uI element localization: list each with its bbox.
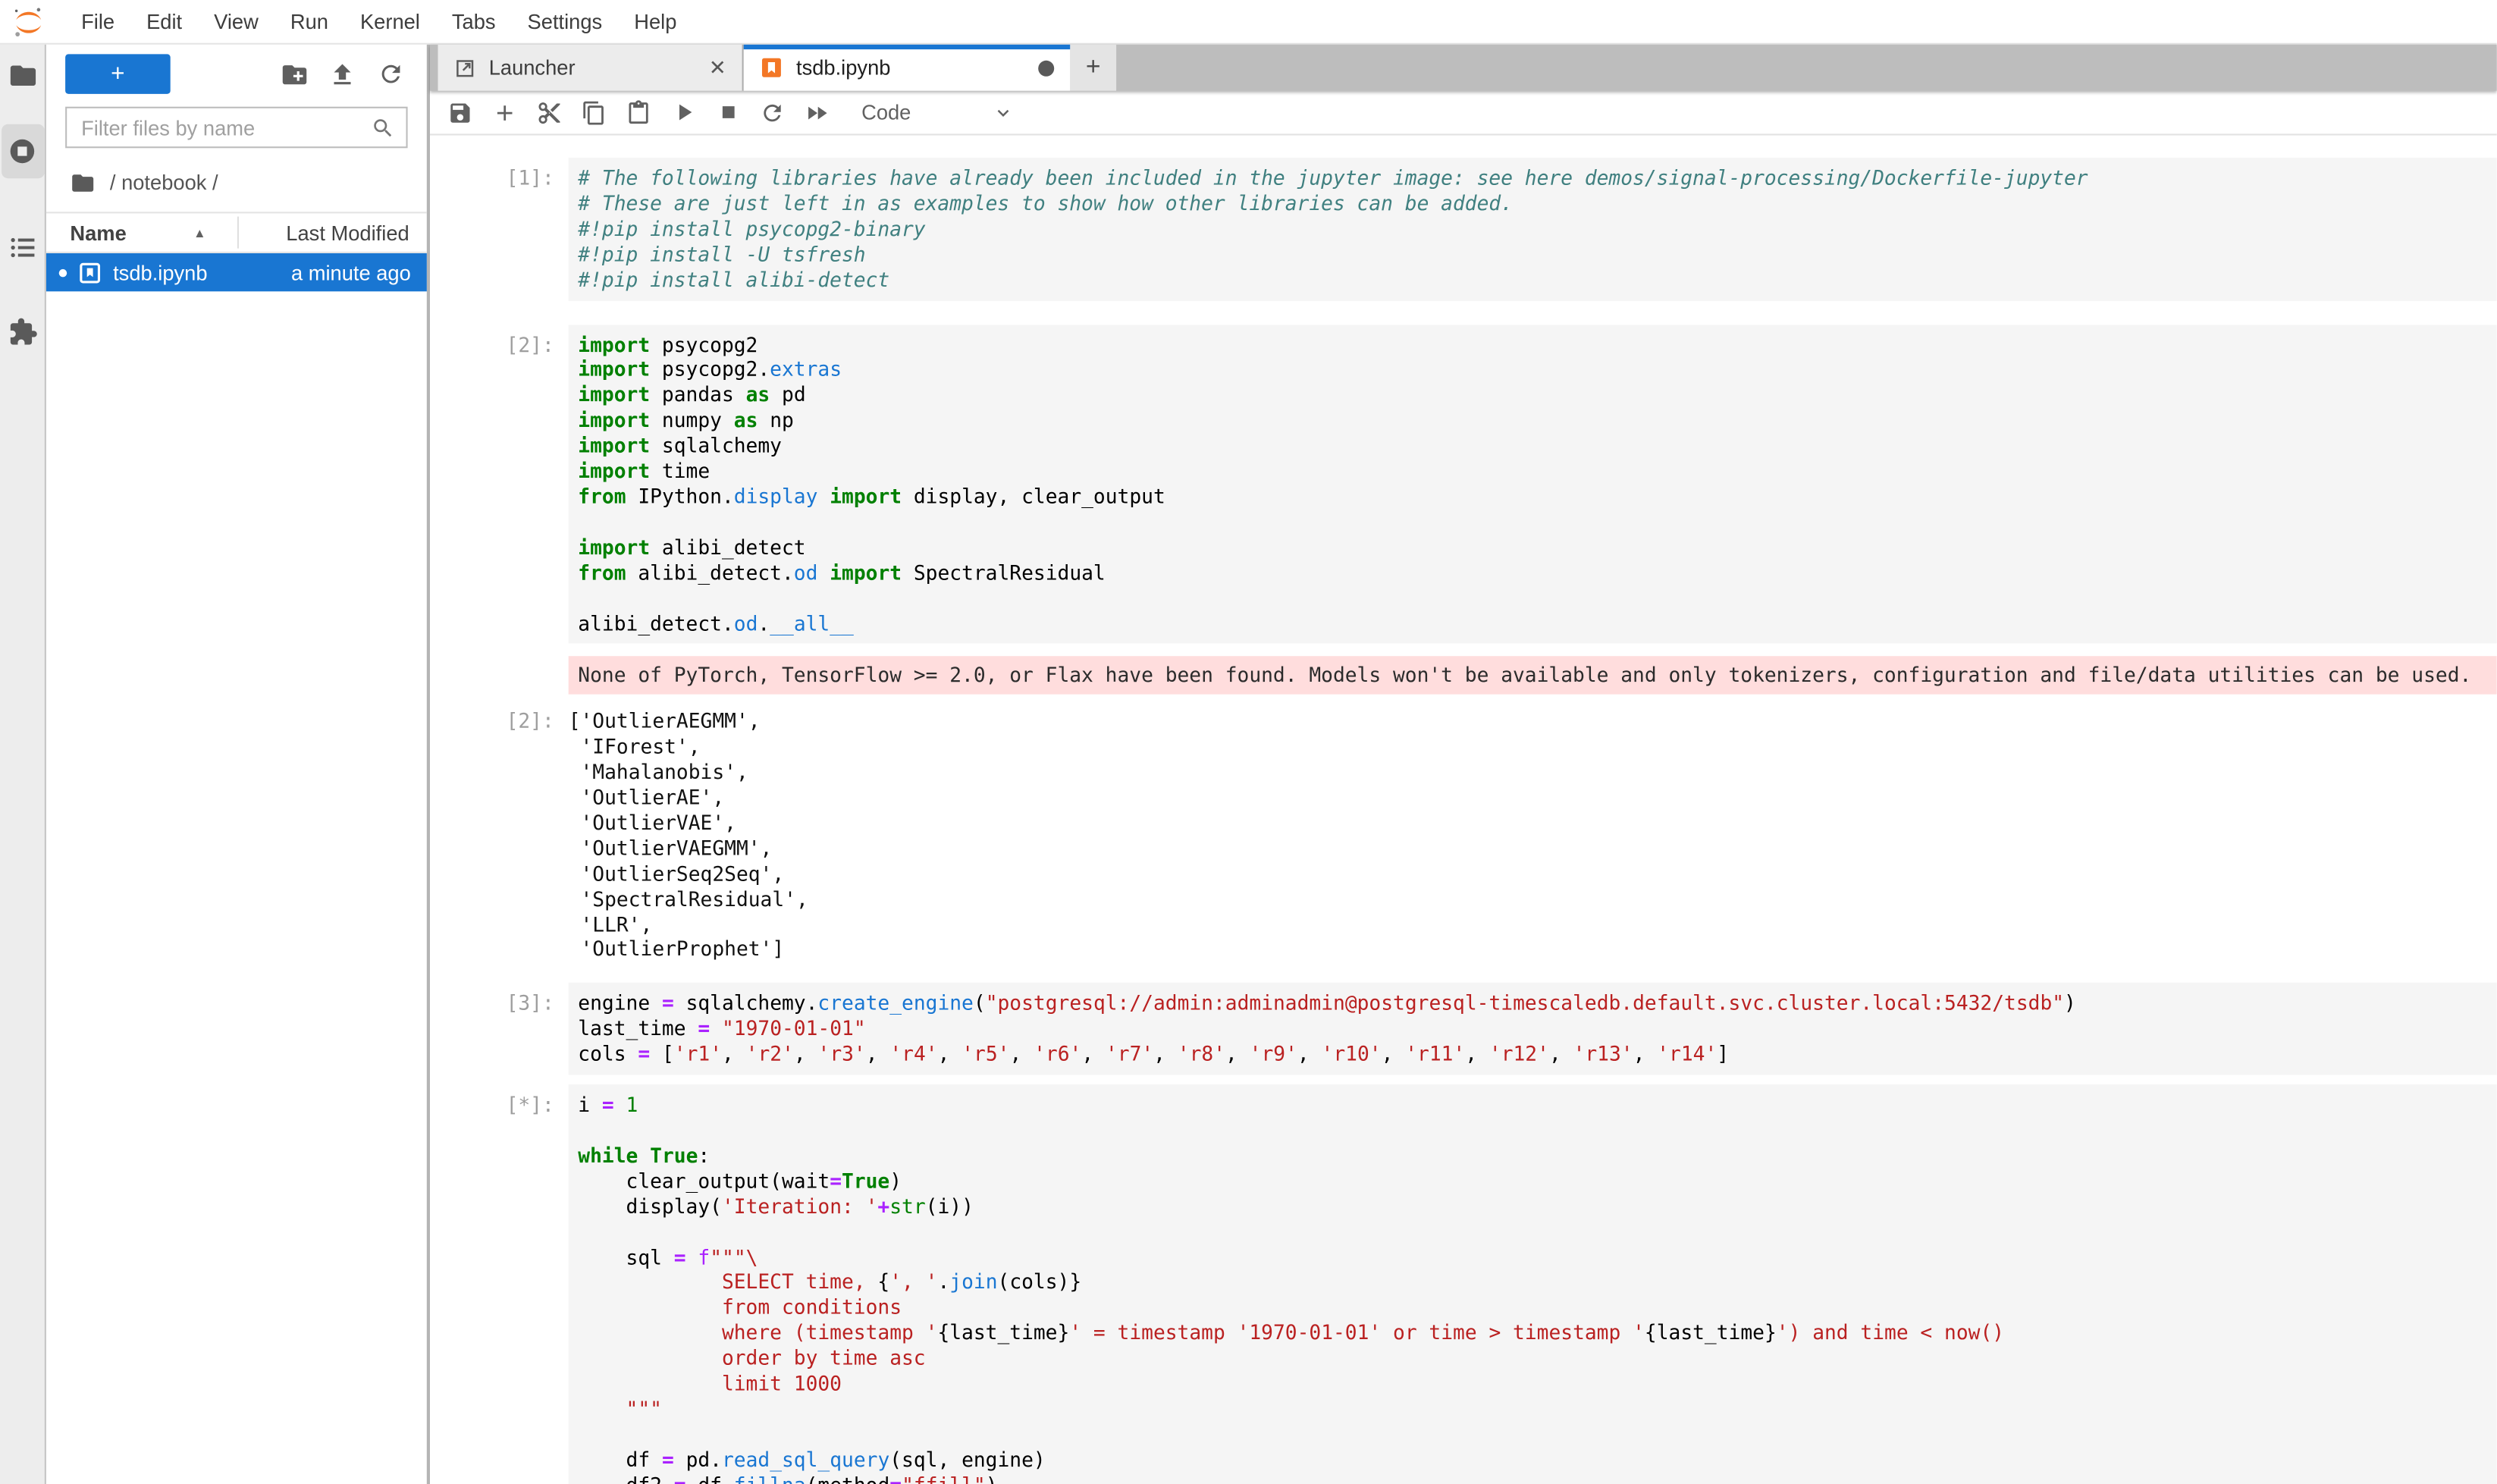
code-cell-2: [2]: import psycopg2import psycopg2.extr… xyxy=(430,324,2497,644)
stop-icon[interactable] xyxy=(705,92,750,133)
notebook-toolbar: Code xyxy=(430,91,2497,136)
tab-label: tsdb.ipynb xyxy=(796,56,1038,80)
cell-type-value: Code xyxy=(861,100,911,124)
file-modified: a minute ago xyxy=(291,260,411,284)
save-icon[interactable] xyxy=(438,92,483,133)
file-row-tsdb[interactable]: tsdb.ipynb a minute ago xyxy=(46,253,427,291)
input-prompt: [2]: xyxy=(430,324,569,644)
breadcrumb[interactable]: / notebook / xyxy=(46,162,427,202)
refresh-icon[interactable] xyxy=(366,53,414,95)
folder-icon[interactable] xyxy=(0,56,45,94)
run-icon[interactable] xyxy=(660,92,705,133)
code-editor[interactable]: i = 1 while True: clear_output(wait=True… xyxy=(569,1084,2497,1484)
filter-files-input[interactable] xyxy=(81,115,371,139)
notebook-file-icon xyxy=(78,260,102,284)
table-of-contents-icon[interactable] xyxy=(0,227,45,265)
column-last-modified[interactable]: Last Modified xyxy=(286,221,426,245)
menu-settings[interactable]: Settings xyxy=(512,0,619,43)
menu-help[interactable]: Help xyxy=(618,0,692,43)
output-prompt: [2]: xyxy=(430,709,569,962)
menu-bar: File Edit View Run Kernel Tabs Settings … xyxy=(0,0,2497,45)
extensions-icon[interactable] xyxy=(0,312,45,350)
notebook-panel: [1]: # The following libraries have alre… xyxy=(430,135,2497,1484)
code-editor[interactable]: engine = sqlalchemy.create_engine("postg… xyxy=(569,983,2497,1075)
code-cell-1: [1]: # The following libraries have alre… xyxy=(430,158,2497,300)
column-name[interactable]: Name xyxy=(46,221,127,245)
notebook-icon xyxy=(760,56,784,80)
jupyterlab-window: File Edit View Run Kernel Tabs Settings … xyxy=(0,0,2497,1484)
chevron-down-icon xyxy=(992,101,1014,123)
menu-tabs[interactable]: Tabs xyxy=(436,0,512,43)
file-list-header: Name ▲ Last Modified xyxy=(46,212,427,253)
code-editor[interactable]: import psycopg2import psycopg2.extrasimp… xyxy=(569,324,2497,644)
file-dirty-dot xyxy=(59,268,67,277)
add-cell-icon[interactable] xyxy=(482,92,527,133)
input-prompt: [3]: xyxy=(430,983,569,1075)
column-divider xyxy=(237,217,239,249)
new-folder-icon[interactable] xyxy=(271,53,318,95)
file-name: tsdb.ipynb xyxy=(113,260,291,284)
menu-edit[interactable]: Edit xyxy=(130,0,198,43)
breadcrumb-path: / notebook / xyxy=(110,171,218,194)
running-sessions-icon[interactable] xyxy=(0,132,45,170)
cut-icon[interactable] xyxy=(527,92,572,133)
stderr-output: None of PyTorch, TensorFlow >= 2.0, or F… xyxy=(569,657,2497,695)
output-text: ['OutlierAEGMM', 'IForest', 'Mahalanobis… xyxy=(569,709,2497,962)
code-cell-4-running: [*]: i = 1 while True: clear_output(wait… xyxy=(430,1084,2497,1484)
filter-files-box xyxy=(65,107,407,149)
menu-file[interactable]: File xyxy=(65,0,130,43)
run-all-icon[interactable] xyxy=(795,92,839,133)
menu-kernel[interactable]: Kernel xyxy=(344,0,436,43)
code-editor[interactable]: # The following libraries have already b… xyxy=(569,158,2497,300)
jupyter-logo-icon xyxy=(11,4,46,39)
paste-icon[interactable] xyxy=(616,92,661,133)
file-browser-panel: + / notebo xyxy=(46,45,430,1484)
tab-launcher[interactable]: Launcher ✕ xyxy=(438,45,744,91)
close-icon[interactable]: ✕ xyxy=(705,55,729,80)
home-folder-icon[interactable] xyxy=(70,170,96,196)
activity-bar xyxy=(0,45,46,1484)
main-area: Launcher ✕ tsdb.ipynb + xyxy=(430,45,2497,1484)
tab-bar: Launcher ✕ tsdb.ipynb + xyxy=(430,45,2497,91)
search-icon xyxy=(371,115,395,139)
upload-icon[interactable] xyxy=(318,53,366,95)
output-cell-2: [2]: ['OutlierAEGMM', 'IForest', 'Mahala… xyxy=(430,709,2497,962)
input-prompt: [*]: xyxy=(430,1084,569,1484)
menu-run[interactable]: Run xyxy=(274,0,344,43)
launcher-icon xyxy=(454,57,476,79)
tab-label: Launcher xyxy=(489,56,706,80)
file-browser-toolbar: + xyxy=(46,45,427,104)
copy-icon[interactable] xyxy=(572,92,616,133)
cell-type-dropdown[interactable]: Code xyxy=(861,100,1015,124)
new-tab-button[interactable]: + xyxy=(1070,45,1116,91)
input-prompt: [1]: xyxy=(430,158,569,300)
unsaved-dot-icon[interactable] xyxy=(1038,60,1054,76)
tab-tsdb-notebook[interactable]: tsdb.ipynb xyxy=(744,45,1071,91)
code-cell-3: [3]: engine = sqlalchemy.create_engine("… xyxy=(430,983,2497,1075)
new-launcher-button[interactable]: + xyxy=(65,54,171,94)
sort-ascending-icon[interactable]: ▲ xyxy=(193,225,206,240)
restart-kernel-icon[interactable] xyxy=(750,92,795,133)
menu-view[interactable]: View xyxy=(198,0,274,43)
